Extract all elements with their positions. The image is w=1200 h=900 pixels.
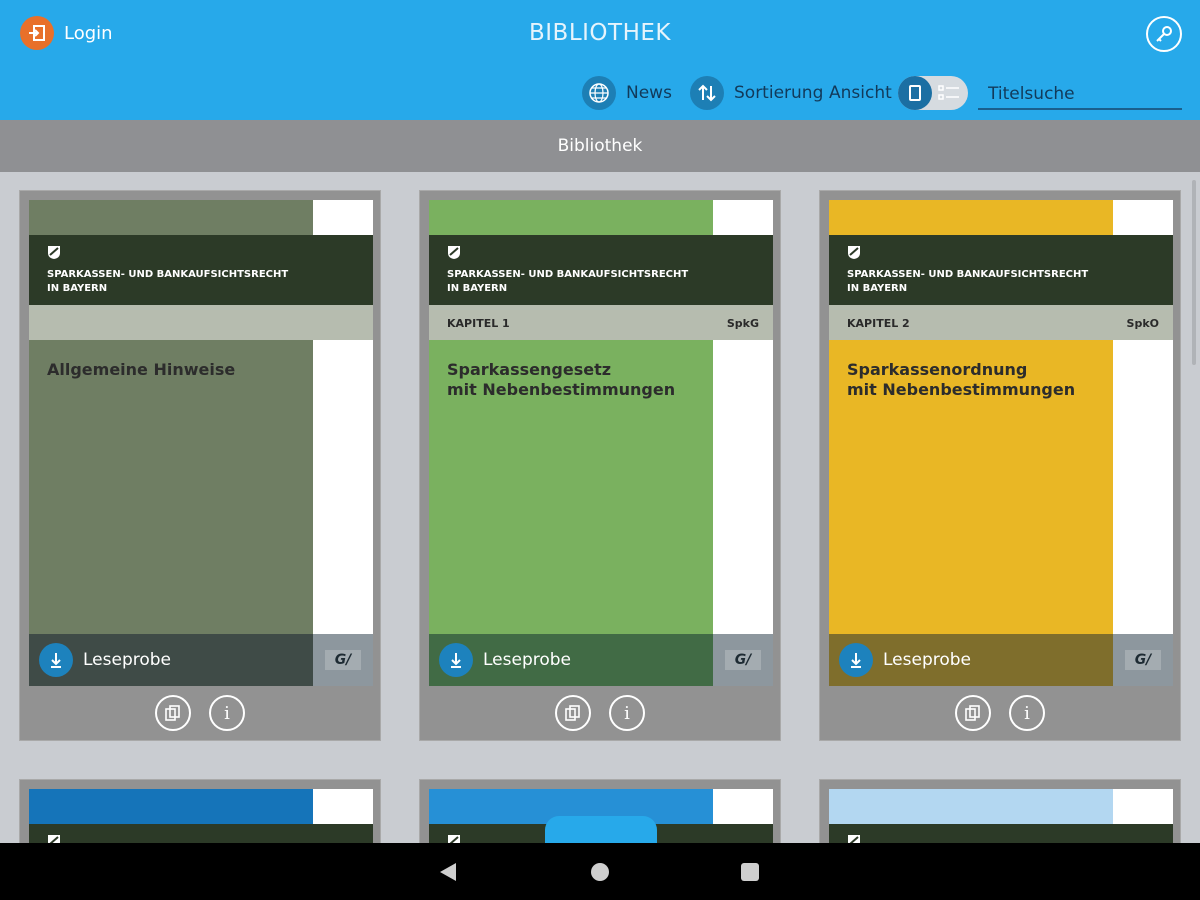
- page-title: BIBLIOTHEK: [528, 20, 671, 46]
- book-title: Sparkassengesetz mit Nebenbestimmungen: [447, 360, 676, 399]
- card-actions: i: [20, 695, 380, 731]
- book-title: Allgemeine Hinweise: [47, 360, 236, 379]
- view-toggle[interactable]: [898, 76, 968, 110]
- book-card[interactable]: [19, 779, 381, 859]
- cover-band: SPARKASSEN- UND BANKAUFSICHTSRECHT IN BA…: [429, 235, 773, 305]
- publisher-logo: G/: [1113, 634, 1173, 686]
- toolbar: News Sortierung Ansicht: [0, 76, 1200, 112]
- cover-band: SPARKASSEN- UND BANKAUFSICHTSRECHT IN BA…: [29, 235, 373, 305]
- chapter-abbr: SpkG: [726, 317, 759, 330]
- shield-icon: [448, 246, 460, 259]
- info-icon[interactable]: i: [1009, 695, 1045, 731]
- search-input[interactable]: [978, 80, 1182, 110]
- copy-icon[interactable]: [955, 695, 991, 731]
- view-label: Ansicht: [829, 83, 892, 103]
- book-card[interactable]: SPARKASSEN- UND BANKAUFSICHTSRECHT IN BA…: [419, 190, 781, 741]
- back-icon[interactable]: [440, 863, 456, 881]
- book-cover[interactable]: SPARKASSEN- UND BANKAUFSICHTSRECHT IN BA…: [429, 200, 773, 686]
- publisher-logo-text: G/: [1125, 650, 1161, 670]
- grid-view-icon: [898, 76, 932, 110]
- section-title: Bibliothek: [0, 120, 1200, 172]
- chapter-label: KAPITEL 2: [847, 317, 910, 330]
- system-nav-bar: [0, 843, 1200, 900]
- publisher-logo: G/: [713, 634, 773, 686]
- band-line-1: SPARKASSEN- UND BANKAUFSICHTSRECHT: [847, 269, 1089, 280]
- sort-button[interactable]: Sortierung: [734, 83, 823, 103]
- band-line-1: SPARKASSEN- UND BANKAUFSICHTSRECHT: [47, 269, 289, 280]
- scrollbar[interactable]: [1192, 180, 1196, 365]
- band-line-1: SPARKASSEN- UND BANKAUFSICHTSRECHT: [447, 269, 689, 280]
- globe-icon[interactable]: [582, 76, 616, 110]
- download-icon: [439, 643, 473, 677]
- leseprobe-label: Leseprobe: [83, 650, 172, 670]
- band-line-2: IN BAYERN: [847, 283, 908, 294]
- home-icon[interactable]: [591, 863, 609, 881]
- publisher-logo: G/: [313, 634, 373, 686]
- cover-band: SPARKASSEN- UND BANKAUFSICHTSRECHT IN BA…: [829, 235, 1173, 305]
- leseprobe-button[interactable]: Leseprobe: [829, 634, 1113, 686]
- book-card[interactable]: SPARKASSEN- UND BANKAUFSICHTSRECHT IN BA…: [19, 190, 381, 741]
- info-icon[interactable]: i: [209, 695, 245, 731]
- news-button[interactable]: News: [626, 83, 672, 103]
- card-actions: i: [820, 695, 1180, 731]
- cover-color: [29, 789, 313, 824]
- card-actions: i: [420, 695, 780, 731]
- book-card[interactable]: SPARKASSEN- UND BANKAUFSICHTSRECHT IN BA…: [819, 190, 1181, 741]
- publisher-logo-text: G/: [325, 650, 361, 670]
- key-icon[interactable]: [1146, 16, 1182, 52]
- copy-icon[interactable]: [155, 695, 191, 731]
- shield-icon: [48, 246, 60, 259]
- leseprobe-button[interactable]: Leseprobe: [429, 634, 713, 686]
- leseprobe-label: Leseprobe: [883, 650, 972, 670]
- download-icon: [39, 643, 73, 677]
- band-line-2: IN BAYERN: [447, 283, 508, 294]
- shield-icon: [848, 246, 860, 259]
- leseprobe-button[interactable]: Leseprobe: [29, 634, 313, 686]
- sort-icon[interactable]: [690, 76, 724, 110]
- book-card[interactable]: [819, 779, 1181, 859]
- download-icon: [839, 643, 873, 677]
- chapter-abbr: SpkO: [1126, 317, 1159, 330]
- copy-icon[interactable]: [555, 695, 591, 731]
- leseprobe-label: Leseprobe: [483, 650, 572, 670]
- book-title: Sparkassenordnung mit Nebenbestimmungen: [847, 360, 1076, 399]
- book-cover[interactable]: SPARKASSEN- UND BANKAUFSICHTSRECHT IN BA…: [29, 200, 373, 686]
- publisher-logo-text: G/: [725, 650, 761, 670]
- info-icon[interactable]: i: [609, 695, 645, 731]
- recent-apps-icon[interactable]: [741, 863, 759, 881]
- chapter-bar: [29, 305, 373, 340]
- app-header: Login BIBLIOTHEK News Sortierung Ansicht: [0, 0, 1200, 120]
- chapter-label: KAPITEL 1: [447, 317, 510, 330]
- band-line-2: IN BAYERN: [47, 283, 108, 294]
- book-cover[interactable]: SPARKASSEN- UND BANKAUFSICHTSRECHT IN BA…: [829, 200, 1173, 686]
- chapter-bar: KAPITEL 2 SpkO: [829, 305, 1173, 340]
- list-view-icon: [938, 84, 960, 106]
- chapter-bar: KAPITEL 1 SpkG: [429, 305, 773, 340]
- cover-color: [829, 789, 1113, 824]
